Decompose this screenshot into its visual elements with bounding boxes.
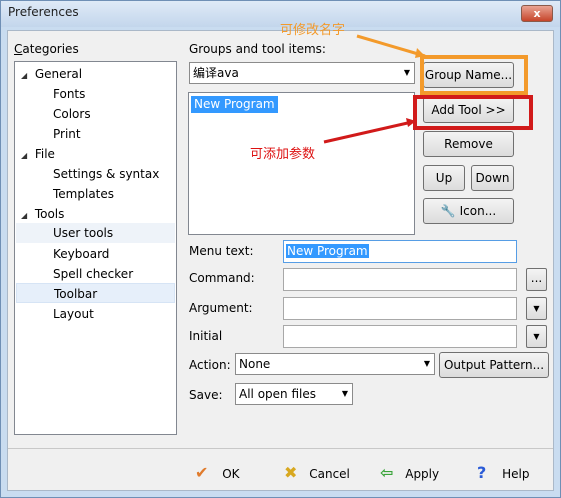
close-button[interactable]: x xyxy=(521,5,553,22)
menu-text-label: Menu text: xyxy=(189,244,254,258)
arrow-left-icon: ⇦ xyxy=(380,463,394,482)
tree-item-label: Settings & syntax xyxy=(53,167,160,181)
tree-item-colors[interactable]: Colors xyxy=(53,104,91,124)
categories-tree[interactable]: ◢ General Fonts Colors Print ◢ File Sett… xyxy=(14,61,177,435)
help-button[interactable]: ? Help xyxy=(477,461,529,485)
tree-item-tools[interactable]: ◢ Tools xyxy=(21,204,64,224)
tool-items-list[interactable]: New Program xyxy=(188,92,415,235)
question-icon: ? xyxy=(477,463,487,482)
add-params-highlight-box xyxy=(413,95,533,130)
command-input[interactable] xyxy=(283,268,517,291)
ok-label: OK xyxy=(222,467,240,481)
tree-item-label: Toolbar xyxy=(54,287,98,301)
down-button[interactable]: Down xyxy=(471,165,514,191)
initial-menu-button[interactable]: ▼ xyxy=(526,325,547,348)
red-arrow-icon xyxy=(323,118,416,144)
tree-item-spell-checker[interactable]: Spell checker xyxy=(53,264,133,284)
output-pattern-button[interactable]: Output Pattern... xyxy=(439,352,549,378)
tree-item-fonts[interactable]: Fonts xyxy=(53,84,85,104)
chevron-down-icon: ▼ xyxy=(403,68,410,77)
argument-menu-button[interactable]: ▼ xyxy=(526,297,547,320)
tree-item-label: Fonts xyxy=(53,87,86,101)
chevron-down-icon: ▼ xyxy=(533,304,540,313)
remove-button[interactable]: Remove xyxy=(423,131,514,157)
tree-item-print[interactable]: Print xyxy=(53,124,81,144)
tree-item-label: Templates xyxy=(53,187,115,201)
tree-item-label: Tools xyxy=(34,207,65,221)
apply-button[interactable]: ⇦ Apply xyxy=(380,461,439,485)
save-label: Save: xyxy=(189,388,223,402)
up-button[interactable]: Up xyxy=(423,165,465,191)
wrench-icon: 🔧 xyxy=(440,204,456,218)
categories-label: Categories xyxy=(14,42,79,56)
tree-item-label: General xyxy=(34,67,83,81)
save-select-value: All open files xyxy=(239,387,316,401)
cancel-label: Cancel xyxy=(309,467,350,481)
group-select[interactable]: 编译ava ▼ xyxy=(189,62,415,84)
action-label: Action: xyxy=(189,358,231,372)
tree-item-label: Colors xyxy=(53,107,91,121)
check-icon: ✔ xyxy=(195,463,209,482)
categories-label-text: ategories xyxy=(22,42,79,56)
footer-divider xyxy=(8,448,553,449)
ok-button[interactable]: ✔ OK xyxy=(195,461,240,485)
add-params-annotation: 可添加参数 xyxy=(250,147,316,162)
rename-annotation: 可修改名字 xyxy=(280,23,346,38)
initial-label: Initial xyxy=(189,329,223,343)
chevron-down-icon: ▼ xyxy=(341,389,348,398)
action-select[interactable]: None ▼ xyxy=(235,353,435,375)
icon-button-label: Icon... xyxy=(459,204,497,218)
tree-item-label: User tools xyxy=(53,226,114,240)
tree-item-label: Layout xyxy=(53,307,94,321)
tree-item-file[interactable]: ◢ File xyxy=(21,144,55,164)
groups-label: Groups and tool items: xyxy=(189,42,326,56)
argument-input[interactable] xyxy=(283,297,517,320)
list-item[interactable]: New Program xyxy=(191,96,278,113)
save-select[interactable]: All open files ▼ xyxy=(235,383,353,405)
tree-item-general[interactable]: ◢ General xyxy=(21,64,82,84)
tree-item-user-tools[interactable]: User tools xyxy=(16,223,175,243)
chevron-down-icon: ▼ xyxy=(423,359,430,368)
window-title: Preferences xyxy=(8,5,79,19)
group-select-value: 编译ava xyxy=(193,66,239,80)
tree-item-settings-syntax[interactable]: Settings & syntax xyxy=(53,164,159,184)
tree-item-layout[interactable]: Layout xyxy=(53,304,94,324)
browse-button[interactable]: ... xyxy=(526,268,547,291)
tree-item-label: File xyxy=(34,147,55,161)
tree-item-toolbar[interactable]: Toolbar xyxy=(16,283,175,303)
chevron-down-icon: ▼ xyxy=(533,332,540,341)
menu-text-input[interactable]: New Program xyxy=(283,240,517,263)
expand-triangle-icon[interactable]: ◢ xyxy=(21,66,31,86)
tree-item-label: Print xyxy=(53,127,81,141)
tree-item-templates[interactable]: Templates xyxy=(53,184,114,204)
command-label: Command: xyxy=(189,271,255,285)
orange-arrow-icon xyxy=(356,34,426,58)
icon-button[interactable]: 🔧 Icon... xyxy=(423,198,514,224)
help-label: Help xyxy=(502,467,530,481)
cancel-button[interactable]: ✖ Cancel xyxy=(284,461,350,485)
rename-highlight-box xyxy=(420,55,528,95)
action-select-value: None xyxy=(239,357,271,371)
tree-item-keyboard[interactable]: Keyboard xyxy=(53,244,109,264)
menu-text-value: New Program xyxy=(286,244,369,258)
tree-item-label: Keyboard xyxy=(53,247,110,261)
apply-label: Apply xyxy=(405,467,440,481)
initial-input[interactable] xyxy=(283,325,517,348)
cross-icon: ✖ xyxy=(284,463,298,482)
argument-label: Argument: xyxy=(189,301,253,315)
tree-item-label: Spell checker xyxy=(53,267,134,281)
expand-triangle-icon[interactable]: ◢ xyxy=(21,146,31,166)
